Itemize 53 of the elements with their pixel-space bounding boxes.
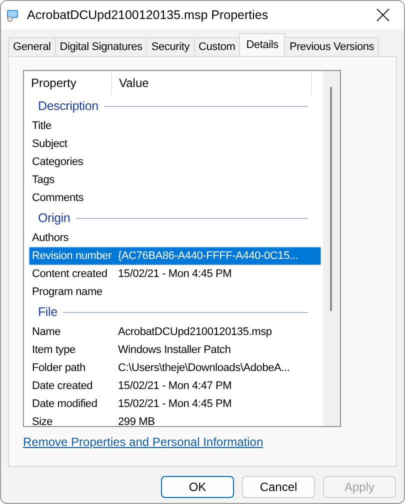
property-name: Folder path	[31, 362, 86, 374]
property-row[interactable]: Folder path C:\Users\theje\Downloads\AdobeA...	[29, 359, 321, 377]
tab[interactable]: Previous Versions	[284, 37, 380, 56]
scrollbar[interactable]	[323, 71, 340, 426]
tab[interactable]: General	[8, 37, 56, 56]
property-name: Categories	[31, 156, 84, 168]
property-row[interactable]: Date created 15/02/21 - Mon 4:47 PM	[29, 377, 321, 395]
property-row[interactable]: Revision number {AC76BA86-A440-FFFF-A440-0C15...	[29, 247, 321, 265]
property-name: Content created	[31, 268, 108, 280]
property-value: Windows Installer Patch	[117, 344, 231, 356]
property-value: AcrobatDCUpd2100120135.msp	[117, 326, 272, 338]
property-value: {AC76BA86-A440-FFFF-A440-0C15...	[117, 250, 298, 262]
property-value: 299 MB	[117, 416, 155, 426]
property-row[interactable]: Comments	[29, 189, 321, 207]
property-value: 15/02/21 - Mon 4:45 PM	[117, 268, 232, 280]
property-value: C:\Users\theje\Downloads\AdobeA...	[117, 362, 290, 374]
group-heading: Description	[38, 99, 98, 113]
property-row[interactable]: Subject	[29, 135, 321, 153]
property-name: Comments	[31, 192, 85, 204]
property-value: 15/02/21 - Mon 4:45 PM	[117, 398, 232, 410]
property-name: Date modified	[31, 398, 98, 410]
property-row[interactable]: Size 299 MB	[29, 413, 321, 426]
property-value: 15/02/21 - Mon 4:47 PM	[117, 380, 232, 392]
column-header[interactable]: Property	[24, 72, 112, 95]
group-heading: File	[38, 305, 58, 319]
property-name: Tags	[31, 174, 56, 186]
property-name: Revision number	[31, 250, 113, 262]
property-row[interactable]: Categories	[29, 153, 321, 171]
dialog-button[interactable]: Cancel	[242, 476, 315, 498]
property-row[interactable]: Tags	[29, 171, 321, 189]
property-name: Name	[31, 326, 62, 338]
property-row[interactable]: Date modified 15/02/21 - Mon 4:45 PM	[29, 395, 321, 413]
property-name: Title	[31, 120, 52, 132]
dialog-button[interactable]: OK	[161, 476, 234, 498]
property-row[interactable]: Name AcrobatDCUpd2100120135.msp	[29, 323, 321, 341]
property-row[interactable]: Item type Windows Installer Patch	[29, 341, 321, 359]
window-title: AcrobatDCUpd2100120135.msp Properties	[27, 8, 268, 22]
property-name: Date created	[31, 380, 94, 392]
close-icon[interactable]	[376, 8, 390, 22]
property-name: Subject	[31, 138, 68, 150]
tab[interactable]: Details	[239, 33, 286, 56]
property-row[interactable]: Title	[29, 117, 321, 135]
installer-icon	[6, 8, 20, 22]
column-header[interactable]: Value	[112, 72, 312, 95]
property-name: Item type	[31, 344, 76, 356]
group-heading: Origin	[38, 211, 70, 225]
property-row[interactable]: Content created 15/02/21 - Mon 4:45 PM	[29, 265, 321, 283]
property-row[interactable]: Program name	[29, 283, 321, 301]
property-name: Program name	[31, 286, 104, 298]
remove-properties-link[interactable]: Remove Properties and Personal Information	[23, 435, 264, 449]
property-name: Authors	[31, 232, 70, 244]
property-name: Size	[31, 416, 54, 426]
property-row[interactable]: Authors	[29, 229, 321, 247]
